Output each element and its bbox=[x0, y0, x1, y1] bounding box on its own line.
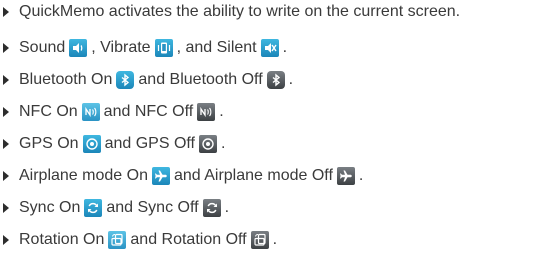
item-text: QuickMemo activates the ability to write… bbox=[19, 3, 461, 20]
item-text: Rotation On bbox=[19, 231, 105, 248]
rotation-off-icon bbox=[250, 231, 269, 249]
bullet-marker bbox=[3, 43, 9, 53]
bluetooth-on-icon bbox=[116, 71, 135, 89]
list-item-quickmemo: QuickMemo activates the ability to write… bbox=[0, 1, 460, 23]
list-item-sound-modes: Sound , Vibrate , and Silent . bbox=[0, 37, 287, 59]
nfc-off-icon bbox=[197, 103, 216, 121]
bluetooth-off-icon bbox=[266, 71, 285, 89]
item-text: . bbox=[224, 199, 230, 216]
item-text: . bbox=[272, 231, 278, 248]
bullet-marker bbox=[3, 139, 9, 149]
rotation-on-icon bbox=[108, 231, 127, 249]
list-item-nfc: NFC On and NFC Off . bbox=[0, 101, 224, 123]
item-text: . bbox=[288, 71, 294, 88]
item-text: and Airplane mode Off bbox=[173, 167, 333, 184]
bullet-marker bbox=[3, 75, 9, 85]
silent-icon bbox=[260, 39, 279, 57]
item-text: Sound bbox=[19, 39, 66, 56]
list-item-bluetooth: Bluetooth On and Bluetooth Off . bbox=[0, 69, 293, 91]
item-text: , Vibrate bbox=[91, 39, 151, 56]
bullet-marker bbox=[3, 171, 9, 181]
item-text: NFC On bbox=[19, 103, 78, 120]
item-text: and Bluetooth Off bbox=[138, 71, 263, 88]
item-text: Airplane mode On bbox=[19, 167, 148, 184]
nfc-on-icon bbox=[81, 103, 100, 121]
item-text: . bbox=[358, 167, 364, 184]
gps-off-icon bbox=[199, 135, 217, 153]
item-text: and Sync Off bbox=[106, 199, 199, 216]
bullet-marker bbox=[3, 203, 9, 213]
vibrate-icon bbox=[154, 39, 173, 57]
bullet-marker bbox=[3, 235, 9, 245]
list-item-airplane-mode: Airplane mode On and Airplane mode Off . bbox=[0, 165, 363, 187]
item-text: and NFC Off bbox=[103, 103, 194, 120]
airplane-on-icon bbox=[151, 167, 170, 185]
item-text: Bluetooth On bbox=[19, 71, 113, 88]
gps-on-icon bbox=[82, 135, 101, 153]
item-text: , and Silent bbox=[176, 39, 257, 56]
list-item-gps: GPS On and GPS Off . bbox=[0, 133, 225, 155]
item-text: Sync On bbox=[19, 199, 81, 216]
sync-on-icon bbox=[84, 199, 103, 217]
item-text: . bbox=[282, 39, 288, 56]
list-item-rotation: Rotation On and Rotation Off . bbox=[0, 229, 277, 251]
item-text: . bbox=[221, 135, 226, 152]
airplane-off-icon bbox=[336, 167, 355, 185]
sound-icon bbox=[69, 39, 88, 57]
item-text: GPS On bbox=[19, 135, 79, 152]
list-item-sync: Sync On and Sync Off . bbox=[0, 197, 229, 219]
item-text: . bbox=[219, 103, 224, 120]
bullet-marker bbox=[3, 7, 9, 17]
item-text: and GPS Off bbox=[104, 135, 195, 152]
item-text: and Rotation Off bbox=[130, 231, 247, 248]
bullet-marker bbox=[3, 107, 9, 117]
sync-off-icon bbox=[202, 199, 221, 217]
